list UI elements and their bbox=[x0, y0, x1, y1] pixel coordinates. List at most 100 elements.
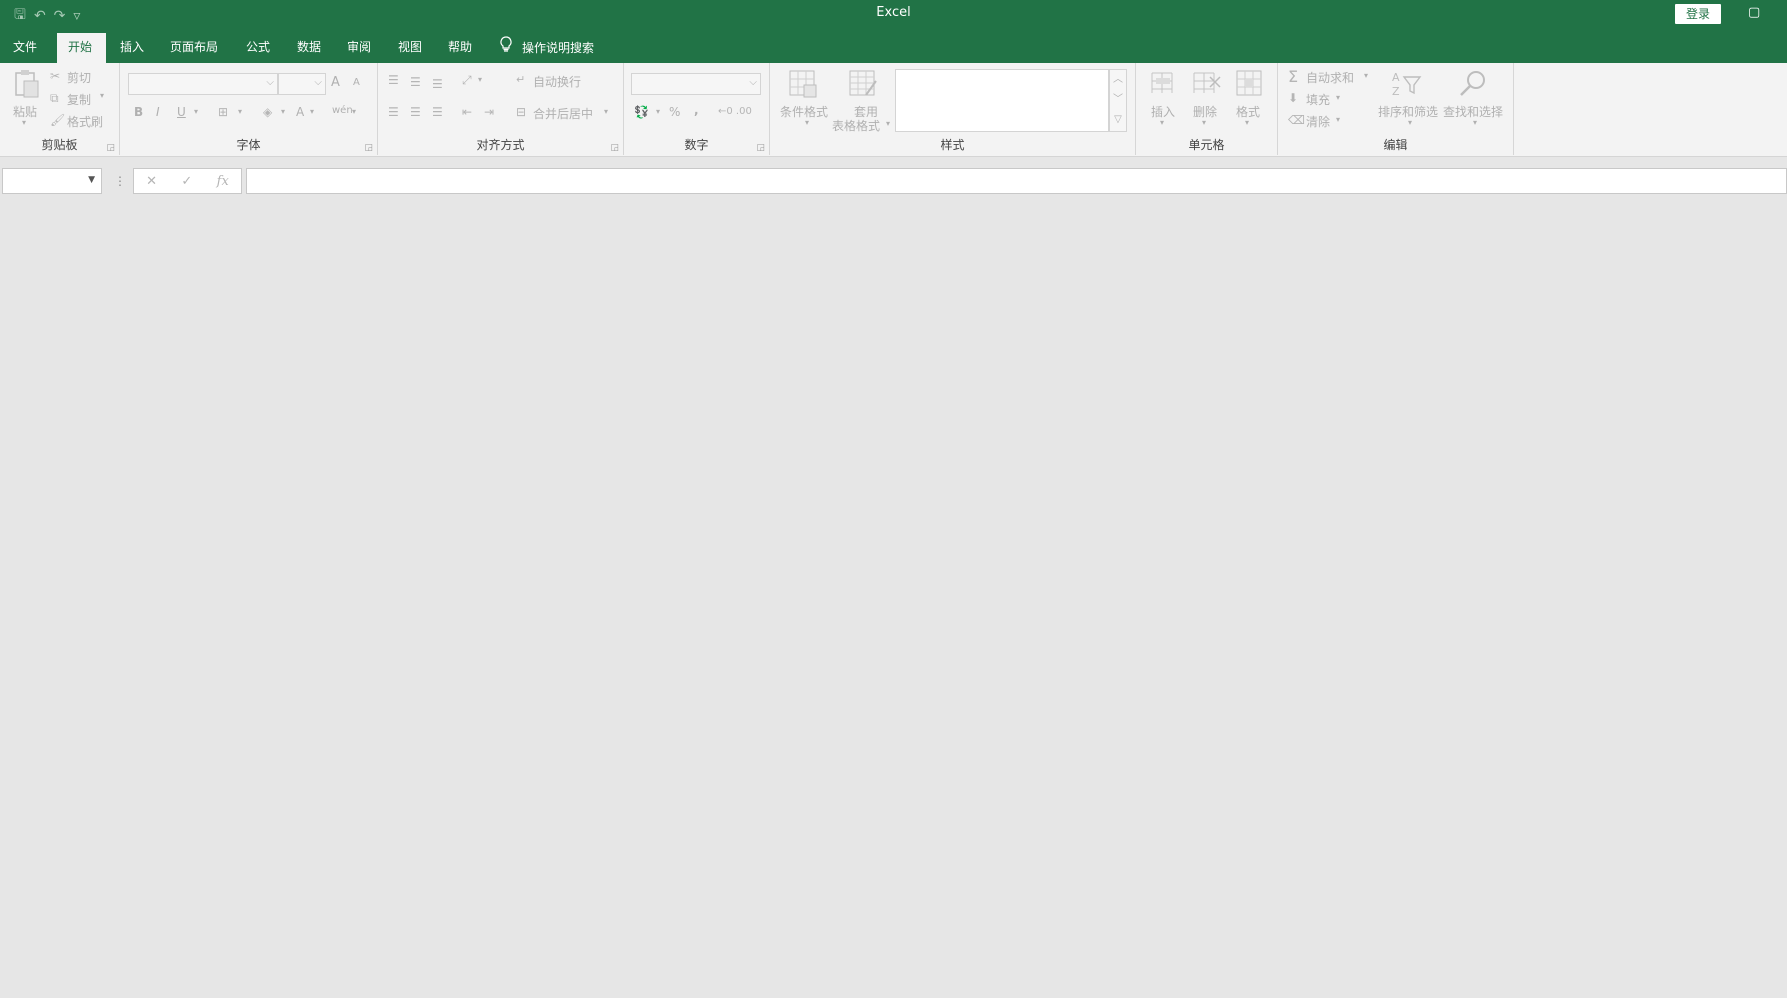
alignment-group-label: 对齐方式 bbox=[476, 138, 525, 152]
orientation-icon[interactable]: ⤢ bbox=[462, 73, 472, 88]
sort-filter-icon[interactable]: AZ bbox=[1390, 69, 1422, 102]
editing-group-label: 编辑 bbox=[1383, 138, 1408, 152]
align-top-icon[interactable]: ☰ bbox=[388, 73, 399, 87]
align-left-icon[interactable]: ☰ bbox=[388, 105, 399, 119]
conditional-format-button[interactable]: 条件格式 bbox=[780, 103, 828, 120]
insert-cells-icon[interactable] bbox=[1150, 69, 1176, 102]
paste-icon[interactable] bbox=[12, 69, 40, 102]
fill-button[interactable]: 填充 bbox=[1306, 91, 1330, 108]
login-button[interactable]: 登录 bbox=[1675, 4, 1721, 24]
phonetic-guide-button[interactable]: wén bbox=[332, 105, 353, 116]
cut-button[interactable]: 剪切 bbox=[67, 69, 91, 86]
font-color-button[interactable]: A bbox=[296, 105, 304, 119]
formula-bar-resize-handle[interactable]: ⋮ bbox=[114, 174, 126, 188]
format-painter-button[interactable]: 格式刷 bbox=[67, 113, 103, 130]
clear-button[interactable]: 清除 bbox=[1306, 113, 1330, 130]
cells-group-label: 单元格 bbox=[1188, 138, 1225, 152]
cell-styles-scroll[interactable]: ︿ ﹀ ▽ bbox=[1109, 69, 1127, 132]
sigma-icon: Σ bbox=[1288, 67, 1299, 86]
formula-input[interactable] bbox=[246, 168, 1787, 194]
shrink-font-button[interactable]: A bbox=[353, 77, 360, 88]
tab-page-layout[interactable]: 页面布局 bbox=[159, 33, 229, 63]
format-painter-icon: 🖌 bbox=[50, 113, 66, 127]
number-format-dropdown[interactable]: ⌵ bbox=[631, 73, 761, 95]
font-group-label: 字体 bbox=[236, 138, 261, 152]
clipboard-group: 粘贴 ▾ ✂ 剪切 ⧉ 复制 ▾ 🖌 格式刷 剪贴板 ◲ bbox=[0, 63, 120, 155]
tell-me-label: 操作说明搜索 bbox=[522, 41, 595, 55]
increase-indent-icon[interactable]: ⇥ bbox=[484, 105, 494, 119]
autosum-button[interactable]: 自动求和 bbox=[1306, 69, 1354, 86]
alignment-launcher-icon[interactable]: ◲ bbox=[610, 143, 619, 153]
tab-data[interactable]: 数据 bbox=[286, 33, 332, 63]
magnifier-icon[interactable] bbox=[1458, 69, 1488, 102]
eraser-icon: ⌫ bbox=[1288, 113, 1305, 127]
tell-me-search[interactable]: 操作说明搜索 bbox=[500, 33, 594, 63]
increase-decimal-icon[interactable]: ←0 .00 bbox=[718, 106, 752, 117]
underline-button[interactable]: U bbox=[177, 105, 186, 119]
font-launcher-icon[interactable]: ◲ bbox=[364, 143, 373, 153]
cell-styles-gallery[interactable] bbox=[895, 69, 1109, 132]
empty-workspace bbox=[0, 200, 1787, 998]
number-group-label: 数字 bbox=[684, 138, 709, 152]
wrap-text-icon: ↵ bbox=[516, 73, 526, 86]
percent-style-button[interactable]: % bbox=[669, 105, 680, 119]
clipboard-launcher-icon[interactable]: ◲ bbox=[106, 143, 115, 153]
editing-group: Σ 自动求和 ▾ ⬇ 填充 ▾ ⌫ 清除 ▾ AZ 排序和筛选 ▾ 查找和选择 … bbox=[1278, 63, 1514, 155]
borders-icon[interactable]: ⊞ bbox=[218, 105, 228, 119]
tab-help[interactable]: 帮助 bbox=[437, 33, 483, 63]
format-cells-icon[interactable] bbox=[1235, 69, 1263, 102]
align-middle-icon[interactable]: ☰ bbox=[410, 75, 421, 89]
copy-button[interactable]: 复制 bbox=[67, 91, 91, 108]
number-group: ⌵ 💱 ▾ % , ←0 .00 数字 ◲ bbox=[624, 63, 770, 155]
merge-center-button[interactable]: 合并后居中 bbox=[533, 105, 593, 122]
align-center-icon[interactable]: ☰ bbox=[410, 105, 421, 119]
tab-view[interactable]: 视图 bbox=[387, 33, 433, 63]
tab-review[interactable]: 审阅 bbox=[336, 33, 382, 63]
align-right-icon[interactable]: ☰ bbox=[432, 105, 443, 119]
ribbon-tab-bar: 文件 开始 插入 页面布局 公式 数据 审阅 视图 帮助 操作说明搜索 bbox=[0, 28, 1787, 63]
number-launcher-icon[interactable]: ◲ bbox=[756, 143, 765, 153]
enter-icon[interactable]: ✓ bbox=[181, 174, 192, 189]
cells-group: 插入 ▾ 删除 ▾ 格式 ▾ 单元格 bbox=[1136, 63, 1278, 155]
accounting-format-icon[interactable]: 💱 bbox=[634, 105, 649, 119]
align-bottom-icon[interactable]: ☰ bbox=[432, 77, 443, 91]
copy-icon: ⧉ bbox=[50, 91, 59, 105]
formula-bar: ▼ ⋮ ✕ ✓ fx bbox=[0, 166, 1787, 197]
tab-home[interactable]: 开始 bbox=[57, 33, 106, 63]
window-title: Excel bbox=[876, 5, 911, 20]
decrease-indent-icon[interactable]: ⇤ bbox=[462, 105, 472, 119]
name-box[interactable]: ▼ bbox=[2, 168, 102, 194]
styles-group-label: 样式 bbox=[940, 138, 965, 152]
wrap-text-button[interactable]: 自动换行 bbox=[533, 73, 581, 90]
title-bar: 🖫 ↶ ↷ ▿ Excel 登录 ▢ bbox=[0, 0, 1787, 28]
gallery-expand-icon[interactable]: ▽ bbox=[1110, 110, 1126, 130]
font-family-dropdown[interactable]: ⌵ bbox=[128, 73, 278, 95]
insert-function-button[interactable]: fx bbox=[217, 174, 229, 189]
font-size-dropdown[interactable]: ⌵ bbox=[278, 73, 326, 95]
lightbulb-icon bbox=[500, 34, 512, 62]
svg-text:Z: Z bbox=[1392, 85, 1400, 98]
font-group: ⌵ ⌵ A A B I U ▾ ⊞ ▾ ◈ ▾ A ▾ wén ▾ 字体 ◲ bbox=[120, 63, 378, 155]
format-as-table-icon[interactable] bbox=[848, 69, 878, 102]
tab-file[interactable]: 文件 bbox=[2, 33, 48, 63]
comma-style-button[interactable]: , bbox=[694, 103, 699, 117]
conditional-format-icon[interactable] bbox=[788, 69, 818, 102]
tab-formulas[interactable]: 公式 bbox=[235, 33, 281, 63]
italic-button[interactable]: I bbox=[156, 105, 160, 119]
svg-text:A: A bbox=[1392, 71, 1400, 84]
cancel-icon[interactable]: ✕ bbox=[146, 174, 157, 189]
ribbon: 粘贴 ▾ ✂ 剪切 ⧉ 复制 ▾ 🖌 格式刷 剪贴板 ◲ ⌵ ⌵ A A B I… bbox=[0, 63, 1787, 157]
delete-cells-icon[interactable] bbox=[1192, 69, 1222, 102]
tab-insert[interactable]: 插入 bbox=[109, 33, 155, 63]
chevron-up-icon[interactable]: ︿ bbox=[1110, 70, 1126, 90]
bold-button[interactable]: B bbox=[134, 105, 143, 119]
fill-color-icon[interactable]: ◈ bbox=[263, 105, 272, 119]
format-as-table-line2[interactable]: 表格格式 bbox=[832, 117, 880, 134]
chevron-down-icon[interactable]: ▼ bbox=[88, 175, 95, 185]
chevron-down-icon[interactable]: ﹀ bbox=[1110, 90, 1126, 110]
grow-font-button[interactable]: A bbox=[331, 75, 340, 90]
scissors-icon: ✂ bbox=[50, 69, 61, 83]
alignment-group: ☰ ☰ ☰ ⤢ ▾ ↵ 自动换行 ☰ ☰ ☰ ⇤ ⇥ ⊟ 合并后居中 ▾ 对齐方… bbox=[378, 63, 624, 155]
ribbon-display-options-icon[interactable]: ▢ bbox=[1748, 5, 1760, 20]
merge-center-icon: ⊟ bbox=[516, 105, 527, 119]
